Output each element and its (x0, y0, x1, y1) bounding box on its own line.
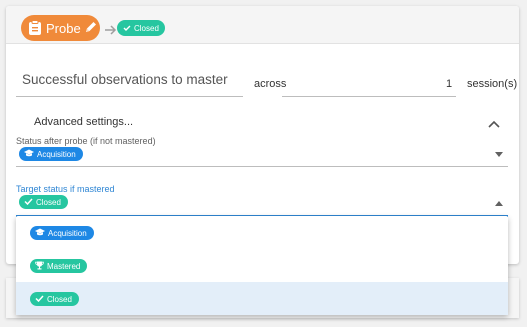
observations-label: Successful observations to master (22, 72, 228, 87)
sessions-label: session(s) (467, 78, 518, 90)
closed-chip: Closed (30, 292, 79, 306)
advanced-settings-title[interactable]: Advanced settings... (34, 116, 133, 128)
clipboard-icon (28, 20, 42, 39)
probe-chip[interactable]: Probe (21, 15, 100, 41)
target-status-chip[interactable]: Closed (19, 195, 68, 209)
observations-field-underline[interactable] (16, 96, 243, 97)
card-header: Probe Closed (6, 6, 519, 44)
mastered-label: Mastered (47, 261, 81, 271)
next-status-label: Closed (134, 23, 159, 33)
target-status-value: Closed (36, 197, 61, 207)
across-label: across (254, 78, 287, 90)
graduation-cap-icon (35, 228, 45, 238)
menu-item-mastered[interactable]: Mastered (16, 249, 508, 282)
acquisition-label: Acquisition (48, 228, 87, 238)
status-after-label: Status after probe (if not mastered) (16, 136, 156, 146)
session-count-input[interactable]: 1 (446, 78, 452, 90)
probe-label: Probe (46, 21, 81, 36)
menu-item-acquisition[interactable]: Acquisition (16, 216, 508, 249)
closed-label: Closed (47, 294, 72, 304)
status-after-dropdown-icon[interactable] (495, 144, 503, 162)
status-after-chip[interactable]: Acquisition (19, 147, 83, 161)
chevron-up-icon[interactable] (488, 115, 500, 133)
next-status-badge: Closed (117, 20, 165, 36)
graduation-cap-icon (24, 149, 34, 159)
target-status-label: Target status if mastered (16, 184, 115, 194)
trophy-icon (35, 261, 44, 272)
check-icon (35, 294, 44, 304)
mastered-chip: Mastered (30, 259, 88, 273)
status-after-value: Acquisition (37, 149, 76, 159)
acquisition-chip: Acquisition (30, 226, 94, 240)
target-status-dropdown-icon[interactable] (495, 193, 503, 211)
check-icon (24, 197, 33, 207)
session-count-underline (282, 96, 456, 97)
menu-item-closed[interactable]: Closed (16, 282, 508, 315)
pencil-icon[interactable] (84, 20, 98, 37)
target-status-menu: Acquisition Mastered Closed (16, 216, 508, 315)
check-icon (123, 24, 131, 33)
status-after-underline (16, 166, 508, 167)
arrow-right-icon (105, 23, 117, 37)
